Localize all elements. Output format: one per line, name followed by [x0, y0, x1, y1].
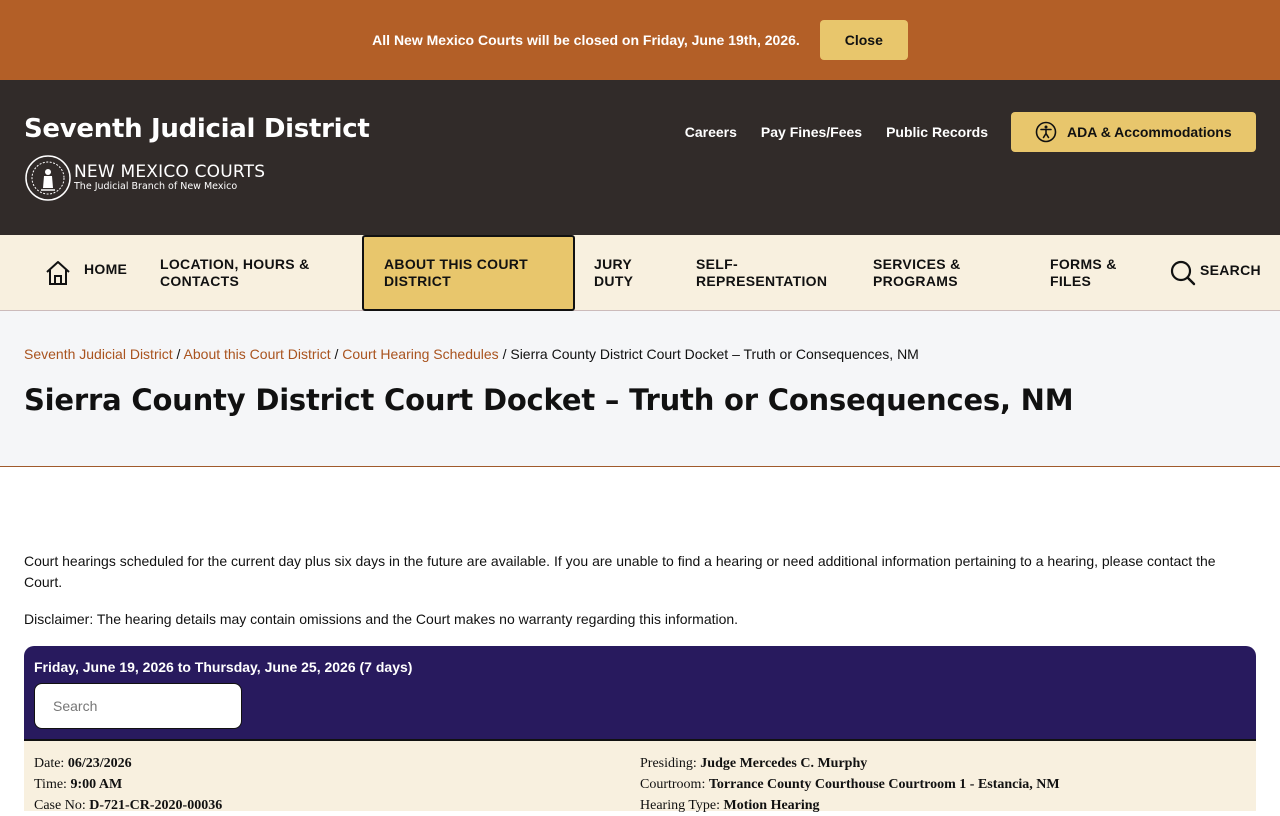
breadcrumb-schedules[interactable]: Court Hearing Schedules — [342, 346, 498, 362]
hearing-date: 06/23/2026 — [67, 756, 132, 771]
nav-about-label: ABOUT THIS COURT DISTRICT — [384, 256, 529, 289]
docket-date-range: Friday, June 19, 2026 to Thursday, June … — [34, 659, 413, 675]
breadcrumb-home[interactable]: Seventh Judicial District — [24, 346, 173, 362]
public-records-link[interactable]: Public Records — [886, 124, 988, 140]
time-label: Time: — [34, 777, 67, 792]
hearing-case-number: D-721-CR-2020-00036 — [89, 798, 223, 813]
breadcrumb: Seventh Judicial District / About this C… — [24, 346, 919, 362]
nav-search-label: SEARCH — [1200, 261, 1261, 278]
breadcrumb-current: Sierra County District Court Docket – Tr… — [510, 346, 919, 362]
search-icon — [1170, 260, 1196, 286]
pay-fines-link[interactable]: Pay Fines/Fees — [761, 124, 862, 140]
site-title[interactable]: Seventh Judicial District — [24, 114, 370, 144]
alert-banner: All New Mexico Courts will be closed on … — [0, 0, 1280, 80]
docket-search-input[interactable] — [34, 683, 242, 729]
disclaimer-text: Disclaimer: The hearing details may cont… — [24, 611, 739, 627]
hearing-right-column: Presiding: Judge Mercedes C. Murphy Cour… — [640, 753, 1060, 816]
nav-forms[interactable]: FORMS & FILES — [1050, 235, 1140, 311]
nav-search[interactable]: SEARCH — [1170, 235, 1261, 311]
hearing-courtroom-row: Courtroom: Torrance County Courthouse Co… — [640, 774, 1060, 795]
hearing-entry: Date: 06/23/2026 Time: 9:00 AM Case No: … — [24, 741, 1256, 813]
logo-subtitle: The Judicial Branch of New Mexico — [74, 181, 238, 192]
docket-header: Friday, June 19, 2026 to Thursday, June … — [24, 646, 1256, 741]
type-label: Hearing Type: — [640, 798, 721, 813]
site-header: Seventh Judicial District NEW MEXICO COU… — [0, 80, 1280, 235]
date-label: Date: — [34, 756, 65, 771]
nav-location[interactable]: LOCATION, HOURS & CONTACTS — [160, 235, 340, 311]
main-nav: HOME LOCATION, HOURS & CONTACTS ABOUT TH… — [0, 235, 1280, 311]
nav-about[interactable]: ABOUT THIS COURT DISTRICT — [362, 235, 575, 311]
ada-label: ADA & Accommodations — [1067, 124, 1232, 140]
hearing-date-row: Date: 06/23/2026 — [34, 753, 222, 774]
courtroom-label: Courtroom: — [640, 777, 706, 792]
nav-home-label: HOME — [84, 260, 128, 277]
case-label: Case No: — [34, 798, 86, 813]
breadcrumb-about[interactable]: About this Court District — [184, 346, 331, 362]
hearing-courtroom: Torrance County Courthouse Courtroom 1 -… — [708, 777, 1060, 792]
hearing-case-row: Case No: D-721-CR-2020-00036 — [34, 795, 222, 816]
nav-jury[interactable]: JURY DUTY — [594, 235, 654, 311]
hearing-left-column: Date: 06/23/2026 Time: 9:00 AM Case No: … — [34, 753, 222, 816]
nav-services-label: SERVICES & PROGRAMS — [873, 256, 961, 289]
nav-location-label: LOCATION, HOURS & CONTACTS — [160, 256, 310, 289]
logo-name: NEW MEXICO COURTS — [74, 162, 266, 182]
nav-self-rep-label: SELF-REPRESENTATION — [696, 256, 828, 289]
home-icon — [46, 261, 70, 285]
careers-link[interactable]: Careers — [685, 124, 737, 140]
hearing-time-row: Time: 9:00 AM — [34, 774, 222, 795]
presiding-label: Presiding: — [640, 756, 697, 771]
court-seal-icon — [25, 155, 71, 201]
hearing-time: 9:00 AM — [70, 777, 123, 792]
nav-services[interactable]: SERVICES & PROGRAMS — [873, 235, 993, 311]
alert-message: All New Mexico Courts will be closed on … — [372, 32, 800, 48]
page-header: Seventh Judicial District / About this C… — [0, 311, 1280, 467]
intro-text: Court hearings scheduled for the current… — [24, 553, 1216, 590]
hearing-type: Motion Hearing — [723, 798, 820, 813]
page-title: Sierra County District Court Docket – Tr… — [24, 383, 1074, 417]
nav-home[interactable]: HOME — [44, 235, 127, 311]
breadcrumb-separator: / — [176, 346, 184, 362]
nav-jury-label: JURY DUTY — [594, 256, 634, 289]
ada-accommodations-button[interactable]: ADA & Accommodations — [1011, 112, 1256, 152]
nav-forms-label: FORMS & FILES — [1050, 256, 1117, 289]
nm-courts-logo[interactable]: NEW MEXICO COURTS The Judicial Branch of… — [24, 154, 265, 202]
nav-self-representation[interactable]: SELF-REPRESENTATION — [696, 235, 836, 311]
hearing-judge: Judge Mercedes C. Murphy — [700, 756, 868, 771]
close-alert-button[interactable]: Close — [819, 20, 908, 60]
accessibility-icon — [1035, 121, 1057, 143]
hearing-type-row: Hearing Type: Motion Hearing — [640, 795, 1060, 816]
hearing-presiding-row: Presiding: Judge Mercedes C. Murphy — [640, 753, 1060, 774]
utility-links: Careers Pay Fines/Fees Public Records — [661, 124, 988, 140]
